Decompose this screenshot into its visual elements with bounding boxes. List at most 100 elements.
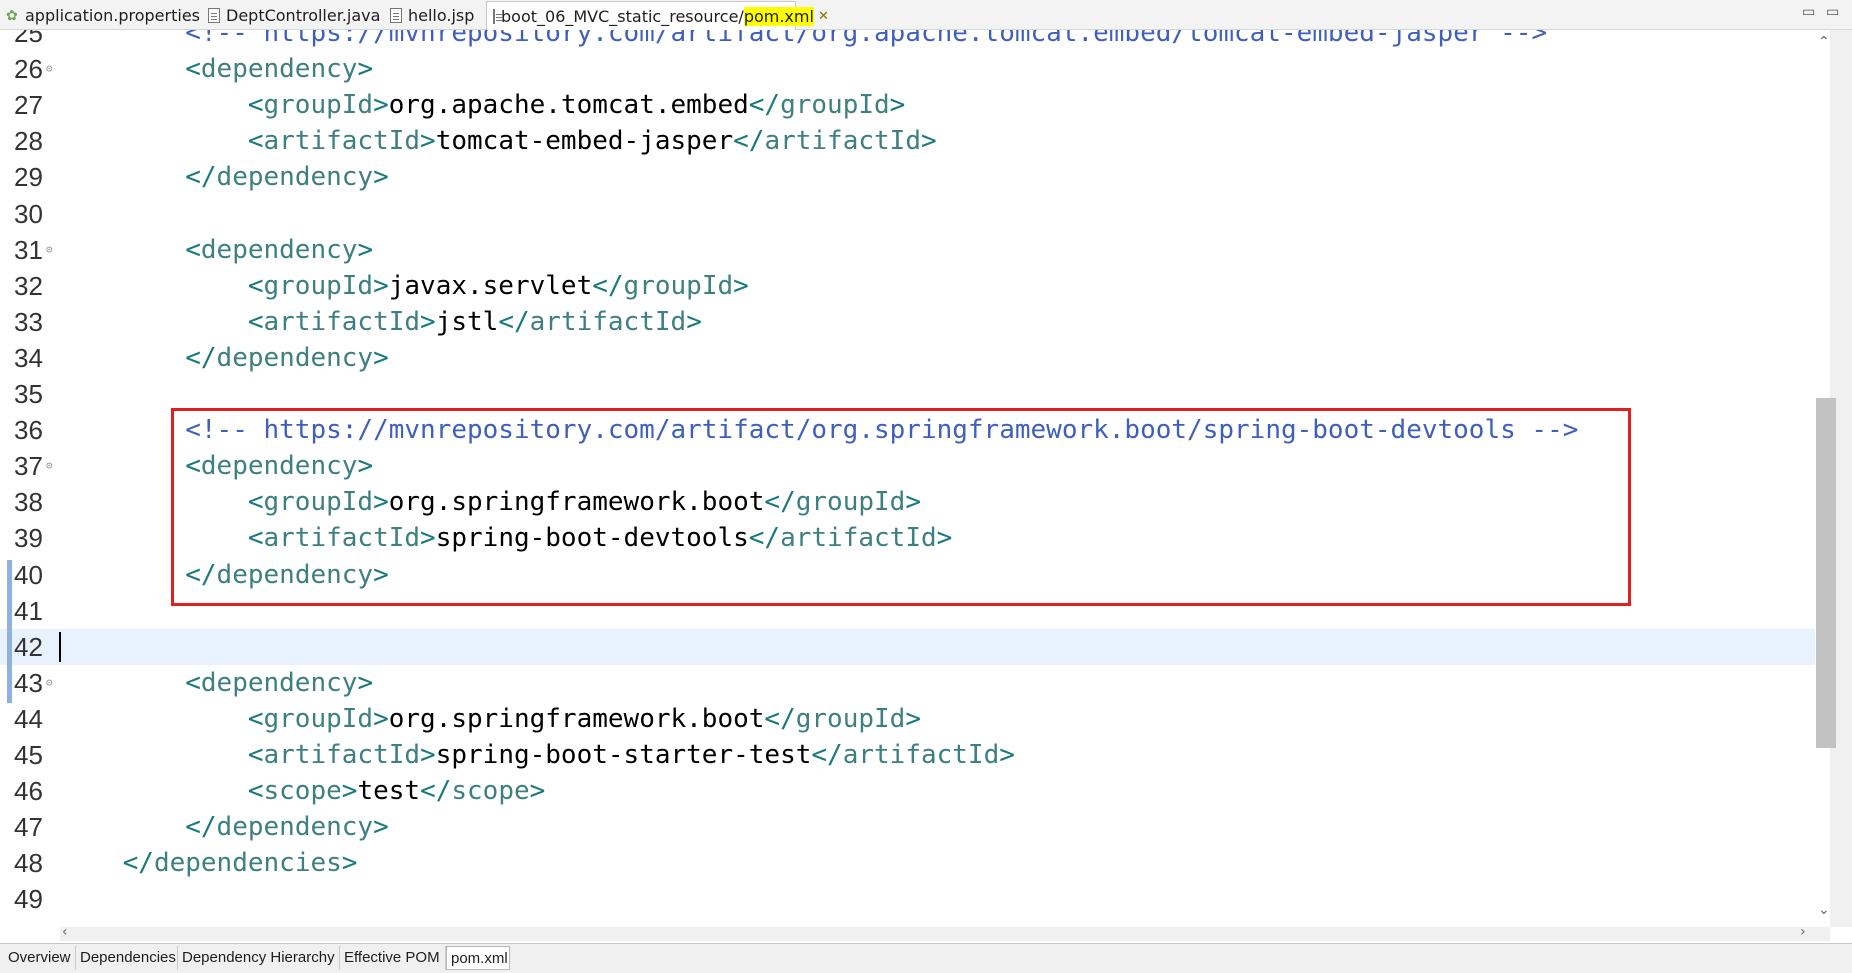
code-text: <groupId>javax.servlet</groupId> — [60, 268, 749, 304]
code-token: </ — [185, 812, 217, 843]
code-token: > — [373, 90, 389, 121]
code-line[interactable]: 49 — [0, 881, 1815, 917]
code-line[interactable]: 45 <artifactId>spring-boot-starter-test<… — [0, 737, 1815, 773]
code-line[interactable]: 48 </dependencies> — [0, 845, 1815, 881]
minimize-icon[interactable]: ▭ — [1802, 4, 1815, 20]
code-line[interactable]: 47 </dependency> — [0, 809, 1815, 845]
code-token: > — [373, 342, 389, 373]
code-token: dependency — [200, 234, 358, 265]
code-token: > — [341, 848, 358, 879]
code-line[interactable]: 30 — [0, 196, 1815, 232]
code-line[interactable]: 27 <groupId>org.apache.tomcat.embed</gro… — [0, 87, 1815, 123]
line-number: 41 — [14, 595, 43, 626]
code-token: groupId — [263, 270, 374, 301]
tab-dependencies[interactable]: Dependencies — [76, 946, 178, 970]
line-number: 39 — [14, 523, 43, 554]
code-text: <artifactId>jstl</artifactId> — [60, 304, 702, 340]
change-marker — [7, 560, 12, 703]
tab-deptcontroller-java[interactable]: DeptController.java — [202, 2, 382, 29]
code-token: </ — [498, 306, 530, 337]
code-text: <groupId>org.apache.tomcat.embed</groupI… — [60, 87, 905, 123]
code-token: artifactId — [529, 306, 687, 337]
tab-hello-jsp[interactable]: hello.jsp — [384, 2, 484, 29]
tab-pom-xml[interactable]: boot_06_MVC_static_resource/pom.xml ✕ — [486, 1, 829, 30]
code-token: spring-boot-starter-test — [435, 740, 812, 770]
code-token: < — [185, 667, 201, 698]
fold-icon[interactable]: ⊝ — [46, 448, 53, 484]
code-token: </ — [185, 342, 217, 373]
code-token: < — [247, 740, 264, 770]
code-token: </ — [811, 740, 843, 770]
code-token: org.apache.tomcat.embed — [388, 90, 749, 121]
horizontal-scrollbar[interactable] — [60, 927, 1830, 941]
code-text: </dependency> — [60, 159, 389, 195]
scroll-down-icon[interactable]: ⌄ — [1818, 902, 1830, 918]
code-token: < — [247, 270, 264, 301]
line-number: 34 — [14, 342, 43, 373]
line-number: 42 — [14, 631, 43, 662]
close-icon[interactable]: ✕ — [818, 9, 829, 24]
code-token: </ — [748, 90, 781, 121]
code-line[interactable]: 32 <groupId>javax.servlet</groupId> — [0, 268, 1815, 304]
tab-pom-xml-source[interactable]: pom.xml — [446, 946, 510, 970]
code-token: dependency — [200, 667, 358, 698]
code-line[interactable]: 46 <scope>test</scope> — [0, 773, 1815, 809]
code-token: > — [357, 54, 374, 85]
code-line[interactable]: 34 </dependency> — [0, 340, 1815, 376]
line-number: 49 — [14, 884, 43, 915]
code-text: <!-- https://mvnrepository.com/artifact/… — [60, 30, 1547, 51]
scroll-right-icon[interactable]: › — [1800, 924, 1806, 940]
code-line[interactable]: 28 <artifactId>tomcat-embed-jasper</arti… — [0, 123, 1815, 159]
tab-overview[interactable]: Overview — [4, 946, 76, 970]
code-line[interactable]: 35 — [0, 376, 1815, 412]
tab-effective-pom[interactable]: Effective POM — [340, 946, 446, 970]
code-line[interactable]: 44 <groupId>org.springframework.boot</gr… — [0, 701, 1815, 737]
maximize-icon[interactable]: ▭ — [1826, 4, 1839, 20]
line-number: 25 — [14, 30, 43, 48]
fold-icon[interactable]: ⊝ — [46, 51, 53, 87]
line-number: 47 — [14, 812, 43, 843]
tab-dependency-hierarchy[interactable]: Dependency Hierarchy — [178, 946, 340, 970]
code-token: < — [247, 703, 264, 734]
code-token: </ — [420, 776, 452, 807]
code-line[interactable]: 26 ⊝ <dependency> — [0, 51, 1815, 87]
fold-icon[interactable]: ⊝ — [46, 232, 53, 268]
highlight-box — [171, 408, 1631, 606]
code-token: > — [905, 703, 921, 734]
code-token: </ — [733, 126, 765, 157]
line-number: 43 — [14, 667, 43, 698]
xml-file-icon — [493, 8, 502, 24]
vertical-scrollbar-thumb[interactable] — [1816, 398, 1836, 748]
tab-application-properties[interactable]: ✿ application.properties — [0, 2, 200, 29]
code-token: dependency — [216, 812, 374, 843]
scroll-left-icon[interactable]: ‹ — [62, 924, 68, 940]
code-token: dependency — [216, 342, 374, 373]
code-line[interactable]: 25 <!-- https://mvnrepository.com/artifa… — [0, 30, 1815, 51]
code-text: <dependency> — [60, 232, 373, 268]
code-token: </ — [122, 848, 154, 879]
code-token: < — [185, 234, 201, 265]
code-line[interactable]: 33 <artifactId>jstl</artifactId> — [0, 304, 1815, 340]
code-token: </ — [592, 270, 624, 301]
code-token: > — [373, 812, 389, 843]
code-line[interactable]: 42 — [0, 628, 1815, 665]
code-line[interactable]: 31 ⊝ <dependency> — [0, 232, 1815, 268]
fold-icon[interactable]: ⊝ — [46, 665, 53, 701]
code-token: dependencies — [153, 848, 342, 879]
code-token: > — [357, 667, 374, 698]
scroll-up-icon[interactable]: ⌃ — [1818, 34, 1830, 50]
code-token: </ — [185, 162, 217, 193]
code-token: tomcat-embed-jasper — [435, 126, 734, 157]
code-token: artifactId — [263, 306, 421, 337]
code-line[interactable]: 43 ⊝ <dependency> — [0, 665, 1815, 701]
code-token: scope — [451, 776, 530, 807]
code-token: artifactId — [263, 126, 421, 157]
code-line[interactable]: 29 </dependency> — [0, 159, 1815, 195]
